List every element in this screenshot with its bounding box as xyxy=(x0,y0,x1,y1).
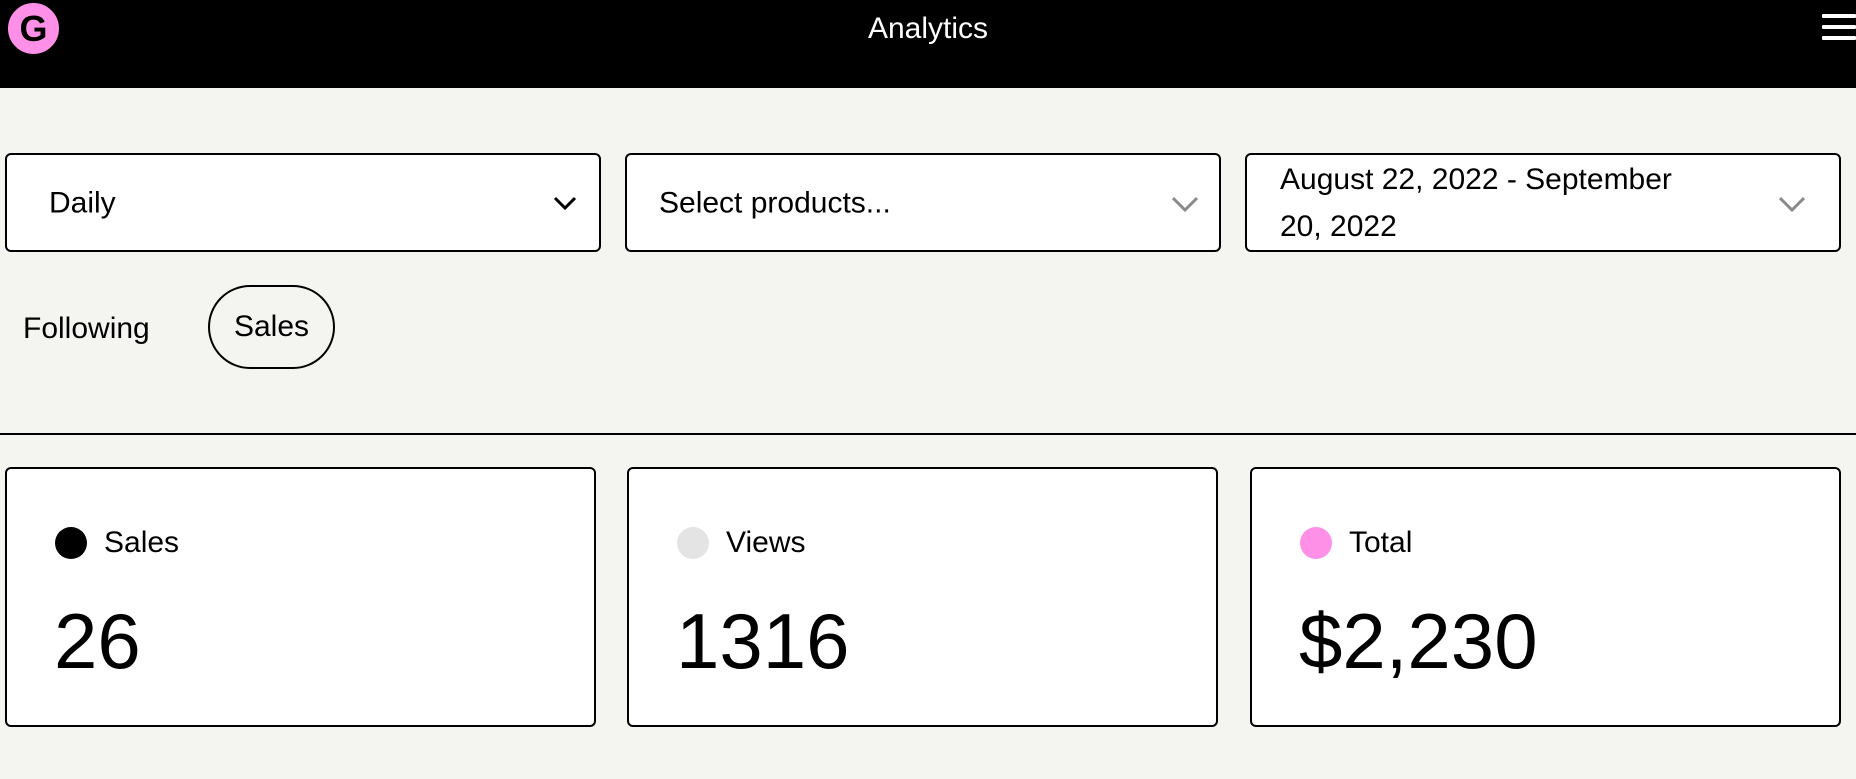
chevron-down-icon xyxy=(1172,196,1198,213)
stat-card-views: Views 1316 xyxy=(627,467,1218,727)
stat-card-sales: Sales 26 xyxy=(5,467,596,727)
granularity-select[interactable]: Daily xyxy=(5,153,601,252)
stat-card-total: Total $2,230 xyxy=(1250,467,1841,727)
products-placeholder: Select products... xyxy=(659,186,891,219)
stat-label: Total xyxy=(1349,526,1413,559)
hamburger-menu-icon[interactable] xyxy=(1822,12,1856,42)
date-range-line-2: 20, 2022 xyxy=(1280,209,1397,243)
sales-dot-icon xyxy=(55,527,87,559)
date-range-value: August 22, 2022 - September 20, 2022 xyxy=(1280,156,1672,250)
stat-label: Sales xyxy=(104,526,180,559)
products-select[interactable]: Select products... xyxy=(625,153,1221,252)
divider xyxy=(0,433,1856,435)
stat-value: 26 xyxy=(54,597,141,685)
following-label: Following xyxy=(23,312,150,345)
page-title: Analytics xyxy=(867,12,989,45)
chevron-down-icon xyxy=(1779,196,1805,213)
date-range-line-1: August 22, 2022 - September xyxy=(1280,162,1672,196)
stat-value: 1316 xyxy=(676,597,850,685)
date-range-select[interactable]: August 22, 2022 - September 20, 2022 xyxy=(1245,153,1841,252)
stat-label: Views xyxy=(726,526,806,559)
total-dot-icon xyxy=(1300,527,1332,559)
stat-value: $2,230 xyxy=(1299,597,1538,685)
sales-chip[interactable]: Sales xyxy=(208,285,335,369)
granularity-value: Daily xyxy=(49,186,116,219)
views-dot-icon xyxy=(677,527,709,559)
chevron-down-icon xyxy=(553,196,577,211)
top-bar: G Analytics xyxy=(0,0,1856,88)
